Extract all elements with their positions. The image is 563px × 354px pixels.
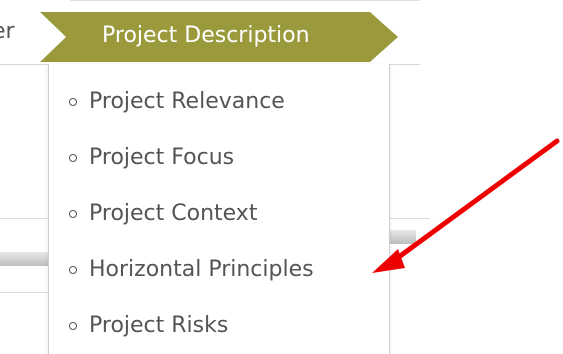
- background-bar: [0, 252, 52, 266]
- circle-bullet-icon: [69, 266, 77, 274]
- project-description-dropdown: Project Relevance Project Focus Project …: [48, 64, 390, 354]
- menu-item-label: Project Context: [89, 201, 258, 226]
- menu-item-label: Horizontal Principles: [89, 257, 314, 282]
- wizard-nav: er Project Description: [0, 0, 420, 74]
- screenshot-stage: er Project Description Project Relevance…: [0, 0, 563, 354]
- menu-item-project-context[interactable]: Project Context: [49, 186, 389, 242]
- menu-item-project-relevance[interactable]: Project Relevance: [49, 74, 389, 130]
- wizard-step-active-label: Project Description: [102, 23, 310, 48]
- menu-item-project-focus[interactable]: Project Focus: [49, 130, 389, 186]
- menu-item-label: Project Focus: [89, 145, 235, 170]
- menu-item-label: Project Risks: [89, 313, 229, 338]
- menu-item-project-risks[interactable]: Project Risks: [49, 298, 389, 354]
- circle-bullet-icon: [69, 98, 77, 106]
- wizard-step-project-description[interactable]: Project Description: [40, 12, 398, 62]
- background-divider: [0, 292, 52, 293]
- menu-item-label: Project Relevance: [89, 89, 285, 114]
- dropdown-menu-list: Project Relevance Project Focus Project …: [49, 74, 389, 354]
- wizard-step-previous-label: er: [0, 19, 15, 44]
- circle-bullet-icon: [69, 154, 77, 162]
- circle-bullet-icon: [69, 210, 77, 218]
- menu-item-horizontal-principles[interactable]: Horizontal Principles: [49, 242, 389, 298]
- annotation-arrow-shaft: [389, 138, 560, 265]
- background-bar: [388, 230, 416, 244]
- circle-bullet-icon: [69, 322, 77, 330]
